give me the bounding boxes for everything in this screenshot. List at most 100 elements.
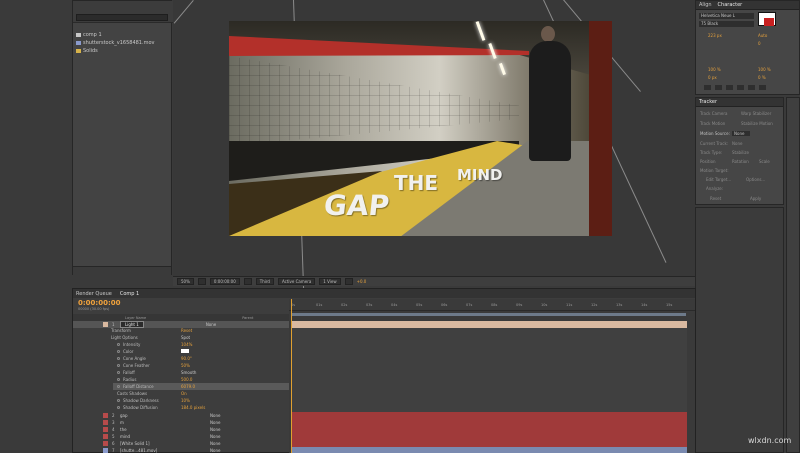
font-family-select[interactable]: Helvetica Neue L [699,13,754,19]
current-time-indicator[interactable] [291,299,292,453]
parent-select[interactable]: None [210,441,220,446]
zoom-select[interactable]: 50% [177,278,194,285]
parent-select[interactable]: None [210,434,220,439]
stopwatch-icon[interactable] [117,343,120,346]
tab-character[interactable]: Character [718,2,743,8]
layer-row[interactable]: 4 the None [73,426,289,433]
parent-select[interactable]: None [210,413,220,418]
all-caps-button[interactable] [726,85,733,90]
stopwatch-icon[interactable] [117,357,120,360]
render-icon[interactable] [344,278,353,285]
layer-name[interactable]: m [120,420,210,425]
layer-color-label[interactable] [103,321,108,327]
property-value[interactable]: 184.0 pixels [181,405,205,410]
small-caps-button[interactable] [737,85,744,90]
stopwatch-icon[interactable] [117,350,120,353]
tracking-value[interactable]: 0 [758,41,761,46]
parent-select[interactable]: None [210,448,220,453]
time-ruler[interactable]: 0s 01s 02s 03s 04s 05s 06s 07s 08s 09s 1… [289,299,695,311]
work-area-bar[interactable] [291,313,686,316]
track-camera-button[interactable]: Track Camera [700,111,727,116]
tsume-value[interactable]: 0 % [758,75,766,80]
scale-checkbox[interactable]: Scale [759,159,770,164]
warp-stabilizer-button[interactable]: Warp Stabilizer [741,111,771,116]
property-value[interactable]: Spot [181,335,190,340]
grid-icon[interactable] [197,278,206,285]
layer-bar-footage[interactable] [291,447,687,453]
view-mode-select[interactable]: Third [255,278,274,285]
exposure-value[interactable]: +0.0 [357,279,367,284]
baseline-shift-value[interactable]: 0 px [708,75,717,80]
camera-snapshot-icon[interactable] [243,278,252,285]
layer-name[interactable]: Light 1 [120,320,144,328]
camera-select[interactable]: Active Camera [277,278,316,285]
layer-bars-text[interactable] [291,412,687,447]
motion-source-select[interactable]: None [732,131,751,136]
rotation-checkbox[interactable]: Rotation [732,159,749,164]
layer-name[interactable]: the [120,427,210,432]
layer-color-label[interactable] [103,447,108,453]
viewer-timecode[interactable]: 0:00:00:00 [209,278,240,285]
property-value[interactable]: Smooth [181,370,196,375]
reset-button[interactable]: Reset [710,196,721,201]
property-value[interactable]: 50% [181,363,190,368]
layer-bar-light[interactable] [291,321,687,328]
project-item[interactable]: Solids [73,47,173,55]
edit-target-button[interactable]: Edit Target... [706,177,731,182]
layer-color-label[interactable] [103,433,108,439]
stroke-color-swatch[interactable] [764,18,774,26]
subscript-button[interactable] [759,85,766,90]
layer-name[interactable]: [White Solid 1] [120,441,210,446]
timeline-tracks[interactable]: 0s 01s 02s 03s 04s 05s 06s 07s 08s 09s 1… [289,299,695,453]
composition-viewer[interactable]: GAP THE MIND 50% 0:00:00:00 Third Active… [173,0,695,290]
stopwatch-icon[interactable] [117,406,120,409]
layer-row-light[interactable]: 1 Light 1 None [73,320,289,328]
leading-value[interactable]: Auto [758,33,767,38]
project-item[interactable]: comp 1 [73,31,173,39]
property-name[interactable]: Casts Shadows [117,391,147,396]
track-type-select[interactable]: Stabilize [732,150,749,155]
parent-select[interactable]: None [210,427,220,432]
project-item[interactable]: shutterstock_v1658481.mov [73,39,173,47]
font-style-select[interactable]: 75 Black [699,21,754,27]
stabilize-motion-button[interactable]: Stabilize Motion [741,121,773,126]
layer-name[interactable]: gap [120,413,210,418]
tab-align[interactable]: Align [699,2,712,8]
layer-color-label[interactable] [103,419,108,425]
property-value[interactable]: 6079.0 [181,384,195,389]
current-track-select[interactable]: None [732,141,742,146]
stopwatch-icon[interactable] [117,371,120,374]
font-size-value[interactable]: 223 px [708,33,722,38]
layer-row[interactable]: 6 [White Solid 1] None [73,440,289,447]
apply-button[interactable]: Apply [750,196,761,201]
property-value[interactable]: 10% [181,398,190,403]
property-value[interactable]: 90.0° [181,356,192,361]
parent-column[interactable]: Parent [242,316,253,320]
stopwatch-icon[interactable] [117,364,120,367]
property-value[interactable]: 500.0 [181,377,192,382]
layer-row[interactable]: 2 gap None [73,412,289,419]
layer-row[interactable]: 7 [shutte...481.mov] None [73,447,289,453]
layer-color-label[interactable] [103,412,108,418]
layer-name[interactable]: [shutte...481.mov] [120,448,210,453]
stopwatch-icon[interactable] [117,399,120,402]
parent-select[interactable]: None [206,322,216,327]
layer-color-label[interactable] [103,426,108,432]
superscript-button[interactable] [748,85,755,90]
property-value[interactable]: Reset [181,328,192,333]
layer-row[interactable]: 3 m None [73,419,289,426]
layer-name[interactable]: mind [120,434,210,439]
light-color-swatch[interactable] [181,349,189,353]
stopwatch-icon[interactable] [117,378,120,381]
options-button[interactable]: Options... [746,177,765,182]
tab-comp-1[interactable]: Comp 1 [120,291,139,297]
views-select[interactable]: 1 View [319,278,341,285]
layer-row[interactable]: 5 mind None [73,433,289,440]
property-name[interactable]: Light Options [111,335,138,340]
track-motion-button[interactable]: Track Motion [700,121,725,126]
property-value[interactable]: On [181,391,187,396]
horizontal-scale-value[interactable]: 100 % [758,67,771,72]
tab-render-queue[interactable]: Render Queue [76,291,112,297]
property-value[interactable]: 104% [181,342,192,347]
faux-bold-button[interactable] [704,85,711,90]
